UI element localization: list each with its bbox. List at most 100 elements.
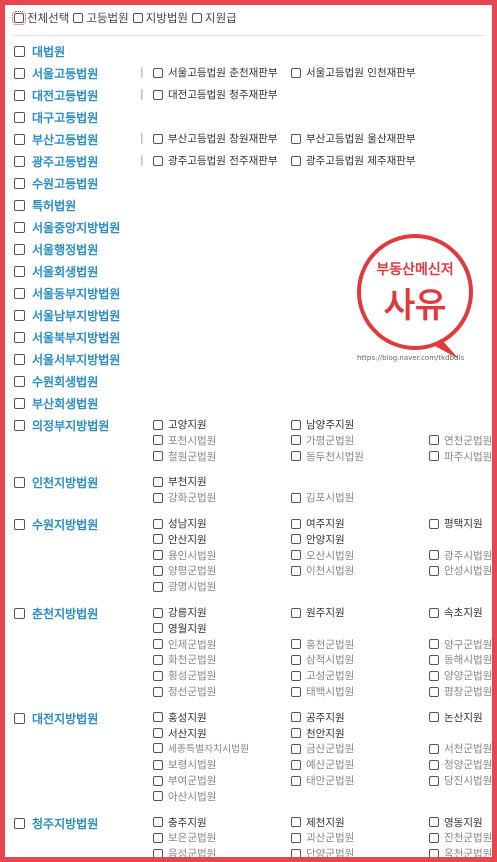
sub-court-option[interactable]: 영동지원 [429,815,483,830]
sub-court-option[interactable]: 보은군법원 [153,830,216,845]
checkbox[interactable] [291,848,301,857]
sub-court-option[interactable]: 가평군법원 [291,433,354,448]
sub-court-option[interactable]: 용인시법원 [153,548,216,563]
checkbox[interactable] [153,67,163,78]
checkbox[interactable] [14,420,25,431]
checkbox[interactable] [291,133,301,144]
checkbox[interactable] [291,639,301,650]
checkbox[interactable] [153,743,163,754]
sub-court-option[interactable]: 당진시법원 [429,773,492,788]
sub-court-option[interactable]: 예산군법원 [291,757,354,772]
checkbox[interactable] [429,565,439,576]
court-option[interactable]: 부산고등법원 [14,131,98,148]
sub-court-option[interactable]: 부산고등법원 창원재판부 [153,131,278,146]
checkbox[interactable] [14,332,25,343]
checkbox[interactable] [153,639,163,650]
sub-court-option[interactable]: 단양군법원 [291,846,354,857]
checkbox[interactable] [14,68,25,79]
sub-court-option[interactable]: 홍천군법원 [291,637,354,652]
checkbox[interactable] [291,451,301,462]
checkbox[interactable] [14,354,25,365]
checkbox[interactable] [153,133,163,144]
sub-court-option[interactable]: 금산군법원 [291,741,354,756]
checkbox[interactable] [291,817,301,828]
checkbox[interactable] [14,817,25,829]
checkbox[interactable] [429,759,439,770]
checkbox[interactable] [153,565,163,576]
sub-court-option[interactable]: 청양군법원 [429,757,492,772]
sub-court-option[interactable]: 동두천시법원 [291,449,364,464]
sub-court-option[interactable]: 안산지원 [153,532,207,547]
sub-court-option[interactable]: 포천시법원 [153,433,216,448]
checkbox[interactable] [153,435,163,446]
sub-court-option[interactable]: 대전고등법원 청주재판부 [153,87,278,102]
top-option-2[interactable]: 지방법원 [132,10,188,26]
sub-court-option[interactable]: 공주지원 [291,710,345,725]
checkbox[interactable] [429,686,439,697]
checkbox[interactable] [429,435,439,446]
checkbox[interactable] [429,832,439,843]
checkbox[interactable] [14,519,25,530]
sub-court-option[interactable]: 천안지원 [291,726,345,741]
court-option[interactable]: 서울북부지방법원 [14,329,120,346]
sub-court-option[interactable]: 세종특별자치시법원 [153,741,249,755]
sub-court-option[interactable]: 안성시법원 [429,563,492,578]
sub-court-option[interactable]: 아산시법원 [153,789,216,804]
checkbox[interactable] [153,155,163,166]
sub-court-option[interactable]: 음성군법원 [153,846,216,857]
sub-court-option[interactable]: 태안군법원 [291,773,354,788]
checkbox[interactable] [153,451,163,462]
sub-court-option[interactable]: 횡성군법원 [153,668,216,683]
sub-court-option[interactable]: 논산지원 [429,710,483,725]
court-option[interactable]: 서울회생법원 [14,263,98,280]
checkbox[interactable] [291,686,301,697]
court-option[interactable]: 서울서부지방법원 [14,351,120,368]
checkbox[interactable] [291,550,301,561]
checkbox[interactable] [153,791,163,802]
checkbox[interactable] [153,518,163,529]
checkbox[interactable] [291,419,301,430]
checkbox[interactable] [153,712,163,723]
court-option[interactable]: 대전고등법원 [14,87,98,104]
sub-court-option[interactable]: 여주지원 [291,516,345,531]
checkbox[interactable] [153,492,163,503]
checkbox[interactable] [429,775,439,786]
sub-court-option[interactable]: 오산시법원 [291,548,354,563]
checkbox[interactable] [14,712,25,724]
sub-court-option[interactable]: 양평군법원 [153,563,216,578]
court-option[interactable]: 의정부지방법원 [14,417,109,434]
sub-court-option[interactable]: 부산고등법원 울산재판부 [291,131,416,146]
sub-court-option[interactable]: 서산지원 [153,726,207,741]
checkbox[interactable] [153,848,163,857]
checkbox[interactable] [429,654,439,665]
checkbox[interactable] [291,155,301,166]
sub-court-option[interactable]: 서천군법원 [429,741,492,756]
sub-court-option[interactable]: 광주시법원 [429,548,492,563]
checkbox[interactable] [153,654,163,665]
checkbox[interactable] [14,376,25,387]
sub-court-option[interactable]: 보령시법원 [153,757,216,772]
court-option[interactable]: 서울중앙지방법원 [14,219,120,236]
top-option-0[interactable]: 전체선택 [12,10,69,26]
court-option[interactable]: 대전지방법원 [14,710,98,727]
checkbox[interactable] [14,608,25,619]
checkbox[interactable] [14,134,25,145]
sub-court-option[interactable]: 화천군법원 [153,652,216,667]
checkbox[interactable] [291,435,301,446]
checkbox[interactable] [153,607,163,618]
checkbox[interactable] [14,288,25,299]
sub-court-option[interactable]: 광명시법원 [153,579,216,594]
checkbox[interactable] [153,728,163,739]
sub-court-option[interactable]: 평창군법원 [429,684,492,699]
checkbox[interactable] [291,654,301,665]
checkbox[interactable] [153,775,163,786]
sub-court-option[interactable]: 진천군법원 [429,830,492,845]
court-option[interactable]: 인천지방법원 [14,474,98,491]
checkbox[interactable] [291,67,301,78]
checkbox[interactable] [14,156,25,167]
sub-court-option[interactable]: 양양군법원 [429,668,492,683]
court-option[interactable]: 수원고등법원 [14,175,98,192]
sub-court-option[interactable]: 충주지원 [153,815,207,830]
checkbox[interactable] [291,775,301,786]
sub-court-option[interactable]: 부천지원 [153,474,207,489]
